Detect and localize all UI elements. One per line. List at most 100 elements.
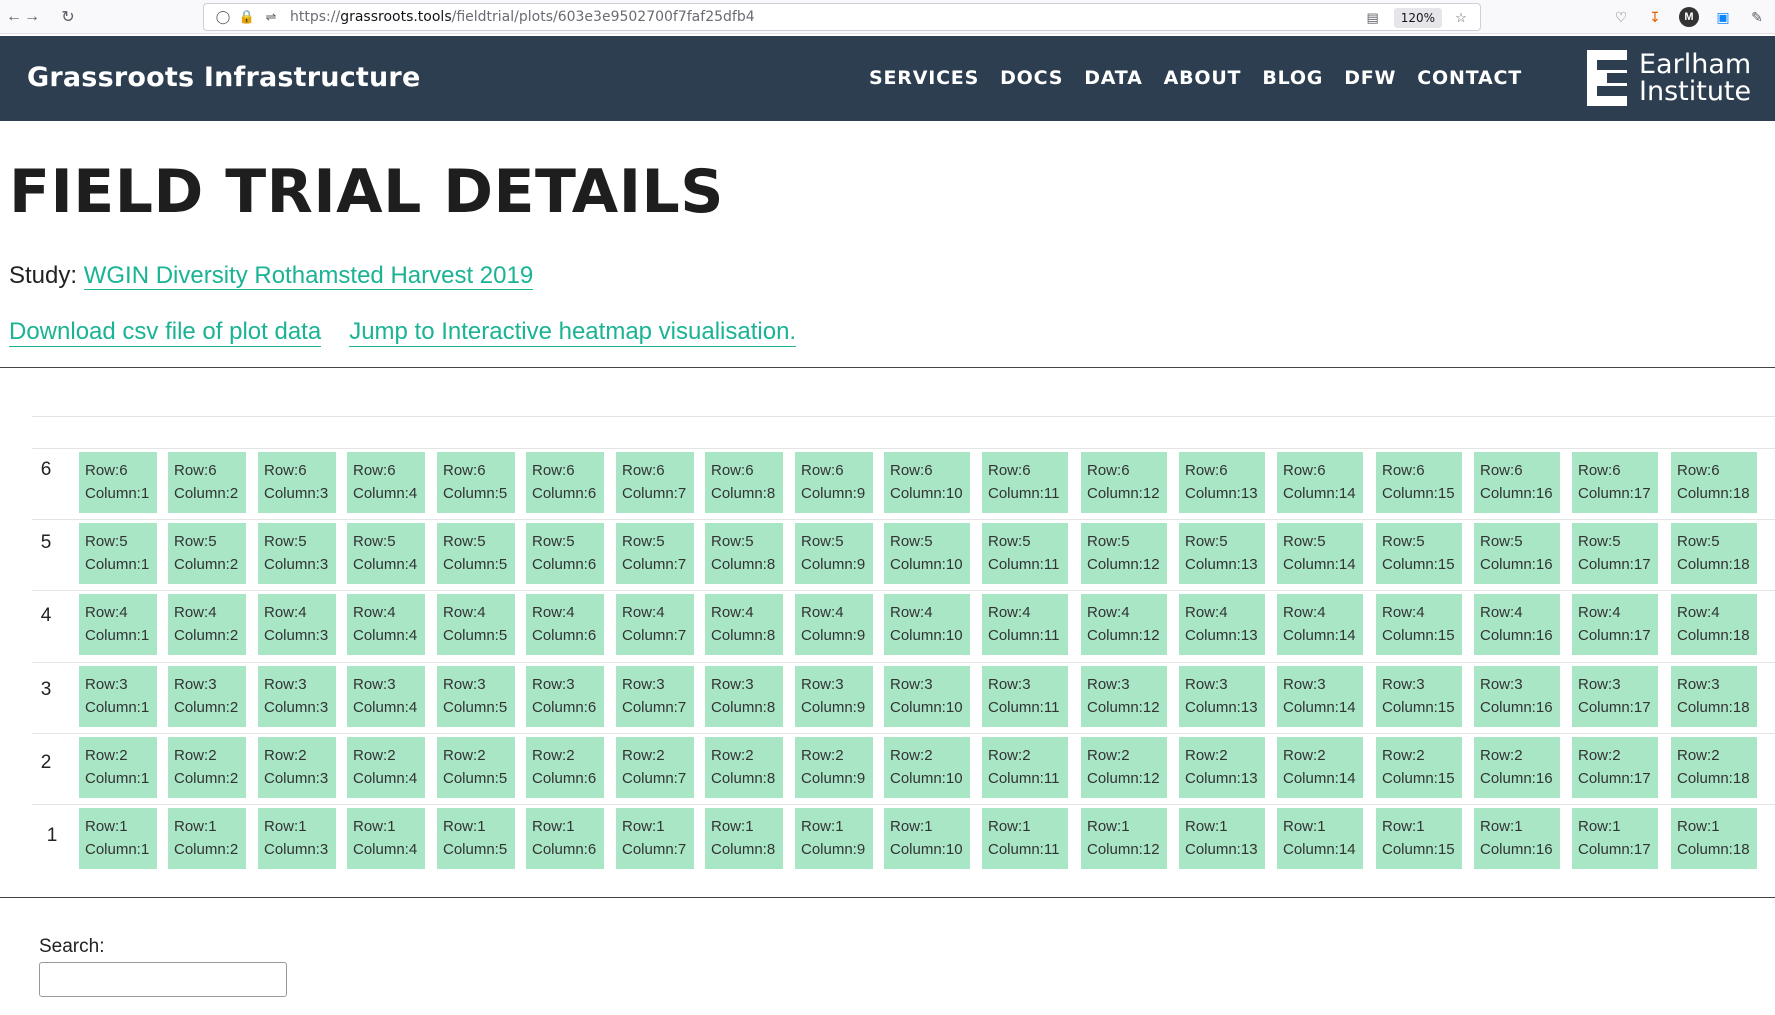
plot-cell[interactable]: Row:6 Column:8 <box>705 452 783 513</box>
plot-cell[interactable]: Row:5 Column:11 <box>982 523 1068 584</box>
plot-cell[interactable]: Row:4 Column:16 <box>1474 594 1560 655</box>
plot-cell[interactable]: Row:5 Column:18 <box>1671 523 1757 584</box>
plot-cell[interactable]: Row:1 Column:18 <box>1671 808 1757 869</box>
plot-cell[interactable]: Row:6 Column:2 <box>168 452 246 513</box>
plot-cell[interactable]: Row:5 Column:7 <box>616 523 694 584</box>
plot-cell[interactable]: Row:3 Column:14 <box>1277 666 1363 727</box>
plot-cell[interactable]: Row:1 Column:5 <box>437 808 515 869</box>
plot-cell[interactable]: Row:2 Column:3 <box>258 737 336 798</box>
plot-cell[interactable]: Row:3 Column:15 <box>1376 666 1462 727</box>
plot-cell[interactable]: Row:3 Column:7 <box>616 666 694 727</box>
shield-icon[interactable]: ◯ <box>212 6 234 28</box>
plot-cell[interactable]: Row:1 Column:9 <box>795 808 873 869</box>
nav-docs[interactable]: DOCS <box>1000 67 1063 89</box>
plot-cell[interactable]: Row:2 Column:4 <box>347 737 425 798</box>
plot-cell[interactable]: Row:6 Column:10 <box>884 452 970 513</box>
plot-cell[interactable]: Row:5 Column:1 <box>79 523 157 584</box>
plot-cell[interactable]: Row:6 Column:13 <box>1179 452 1265 513</box>
plot-cell[interactable]: Row:4 Column:8 <box>705 594 783 655</box>
plot-cell[interactable]: Row:1 Column:1 <box>79 808 157 869</box>
url-text[interactable]: https://grassroots.tools/fieldtrial/plot… <box>290 9 755 25</box>
plot-cell[interactable]: Row:2 Column:8 <box>705 737 783 798</box>
site-brand[interactable]: Grassroots Infrastructure <box>27 62 420 93</box>
heatmap-link[interactable]: Jump to Interactive heatmap visualisatio… <box>349 318 797 347</box>
plot-cell[interactable]: Row:4 Column:1 <box>79 594 157 655</box>
plot-cell[interactable]: Row:1 Column:2 <box>168 808 246 869</box>
plot-cell[interactable]: Row:1 Column:14 <box>1277 808 1363 869</box>
plot-cell[interactable]: Row:1 Column:12 <box>1081 808 1167 869</box>
plot-cell[interactable]: Row:6 Column:3 <box>258 452 336 513</box>
plot-cell[interactable]: Row:5 Column:6 <box>526 523 604 584</box>
nav-about[interactable]: ABOUT <box>1164 67 1242 89</box>
earlham-logo[interactable]: Earlham Institute <box>1587 50 1751 106</box>
plot-cell[interactable]: Row:2 Column:2 <box>168 737 246 798</box>
plot-cell[interactable]: Row:2 Column:5 <box>437 737 515 798</box>
plot-cell[interactable]: Row:2 Column:1 <box>79 737 157 798</box>
lock-icon[interactable]: 🔒 <box>236 6 258 28</box>
plot-cell[interactable]: Row:3 Column:11 <box>982 666 1068 727</box>
plot-cell[interactable]: Row:2 Column:18 <box>1671 737 1757 798</box>
plot-cell[interactable]: Row:3 Column:10 <box>884 666 970 727</box>
plot-cell[interactable]: Row:4 Column:7 <box>616 594 694 655</box>
nav-contact[interactable]: CONTACT <box>1417 67 1522 89</box>
plot-cell[interactable]: Row:3 Column:3 <box>258 666 336 727</box>
plot-cell[interactable]: Row:5 Column:9 <box>795 523 873 584</box>
plot-cell[interactable]: Row:1 Column:11 <box>982 808 1068 869</box>
plot-cell[interactable]: Row:2 Column:15 <box>1376 737 1462 798</box>
plot-cell[interactable]: Row:4 Column:4 <box>347 594 425 655</box>
plot-cell[interactable]: Row:6 Column:17 <box>1572 452 1658 513</box>
plot-cell[interactable]: Row:3 Column:13 <box>1179 666 1265 727</box>
plot-cell[interactable]: Row:5 Column:16 <box>1474 523 1560 584</box>
plot-cell[interactable]: Row:2 Column:11 <box>982 737 1068 798</box>
nav-dfw[interactable]: DFW <box>1344 67 1396 89</box>
plot-cell[interactable]: Row:2 Column:10 <box>884 737 970 798</box>
nav-blog[interactable]: BLOG <box>1262 67 1323 89</box>
address-bar[interactable]: ◯ 🔒 ⇌ https://grassroots.tools/fieldtria… <box>203 3 1481 31</box>
plot-cell[interactable]: Row:2 Column:9 <box>795 737 873 798</box>
plot-cell[interactable]: Row:6 Column:7 <box>616 452 694 513</box>
bookmark-star-icon[interactable]: ☆ <box>1450 7 1472 29</box>
plot-cell[interactable]: Row:6 Column:18 <box>1671 452 1757 513</box>
plot-cell[interactable]: Row:3 Column:4 <box>347 666 425 727</box>
plot-cell[interactable]: Row:1 Column:7 <box>616 808 694 869</box>
download-icon[interactable]: ↧ <box>1645 7 1665 27</box>
plot-cell[interactable]: Row:1 Column:16 <box>1474 808 1560 869</box>
plot-cell[interactable]: Row:1 Column:4 <box>347 808 425 869</box>
plot-cell[interactable]: Row:6 Column:1 <box>79 452 157 513</box>
plot-cell[interactable]: Row:6 Column:4 <box>347 452 425 513</box>
plot-cell[interactable]: Row:1 Column:15 <box>1376 808 1462 869</box>
nav-services[interactable]: SERVICES <box>869 67 979 89</box>
nav-data[interactable]: DATA <box>1084 67 1142 89</box>
plot-cell[interactable]: Row:2 Column:12 <box>1081 737 1167 798</box>
plot-cell[interactable]: Row:5 Column:17 <box>1572 523 1658 584</box>
plot-cell[interactable]: Row:5 Column:12 <box>1081 523 1167 584</box>
plot-cell[interactable]: Row:6 Column:11 <box>982 452 1068 513</box>
reload-icon[interactable]: ↻ <box>54 3 82 31</box>
plot-cell[interactable]: Row:4 Column:10 <box>884 594 970 655</box>
account-icon[interactable]: M <box>1679 7 1699 27</box>
plot-cell[interactable]: Row:6 Column:5 <box>437 452 515 513</box>
plot-cell[interactable]: Row:4 Column:14 <box>1277 594 1363 655</box>
plot-cell[interactable]: Row:1 Column:3 <box>258 808 336 869</box>
plot-cell[interactable]: Row:1 Column:13 <box>1179 808 1265 869</box>
plot-cell[interactable]: Row:2 Column:7 <box>616 737 694 798</box>
pocket-icon[interactable]: ♡ <box>1611 7 1631 27</box>
plot-cell[interactable]: Row:5 Column:8 <box>705 523 783 584</box>
plot-cell[interactable]: Row:3 Column:17 <box>1572 666 1658 727</box>
permissions-icon[interactable]: ⇌ <box>260 6 282 28</box>
plot-cell[interactable]: Row:3 Column:9 <box>795 666 873 727</box>
plot-cell[interactable]: Row:6 Column:6 <box>526 452 604 513</box>
plot-cell[interactable]: Row:5 Column:3 <box>258 523 336 584</box>
plot-cell[interactable]: Row:3 Column:2 <box>168 666 246 727</box>
plot-cell[interactable]: Row:6 Column:14 <box>1277 452 1363 513</box>
reader-view-icon[interactable]: ▤ <box>1362 7 1384 29</box>
plot-cell[interactable]: Row:4 Column:9 <box>795 594 873 655</box>
plot-cell[interactable]: Row:6 Column:12 <box>1081 452 1167 513</box>
plot-cell[interactable]: Row:6 Column:9 <box>795 452 873 513</box>
plot-cell[interactable]: Row:3 Column:12 <box>1081 666 1167 727</box>
plot-cell[interactable]: Row:4 Column:13 <box>1179 594 1265 655</box>
plot-cell[interactable]: Row:2 Column:14 <box>1277 737 1363 798</box>
plot-cell[interactable]: Row:6 Column:16 <box>1474 452 1560 513</box>
plot-cell[interactable]: Row:4 Column:5 <box>437 594 515 655</box>
plot-cell[interactable]: Row:1 Column:6 <box>526 808 604 869</box>
